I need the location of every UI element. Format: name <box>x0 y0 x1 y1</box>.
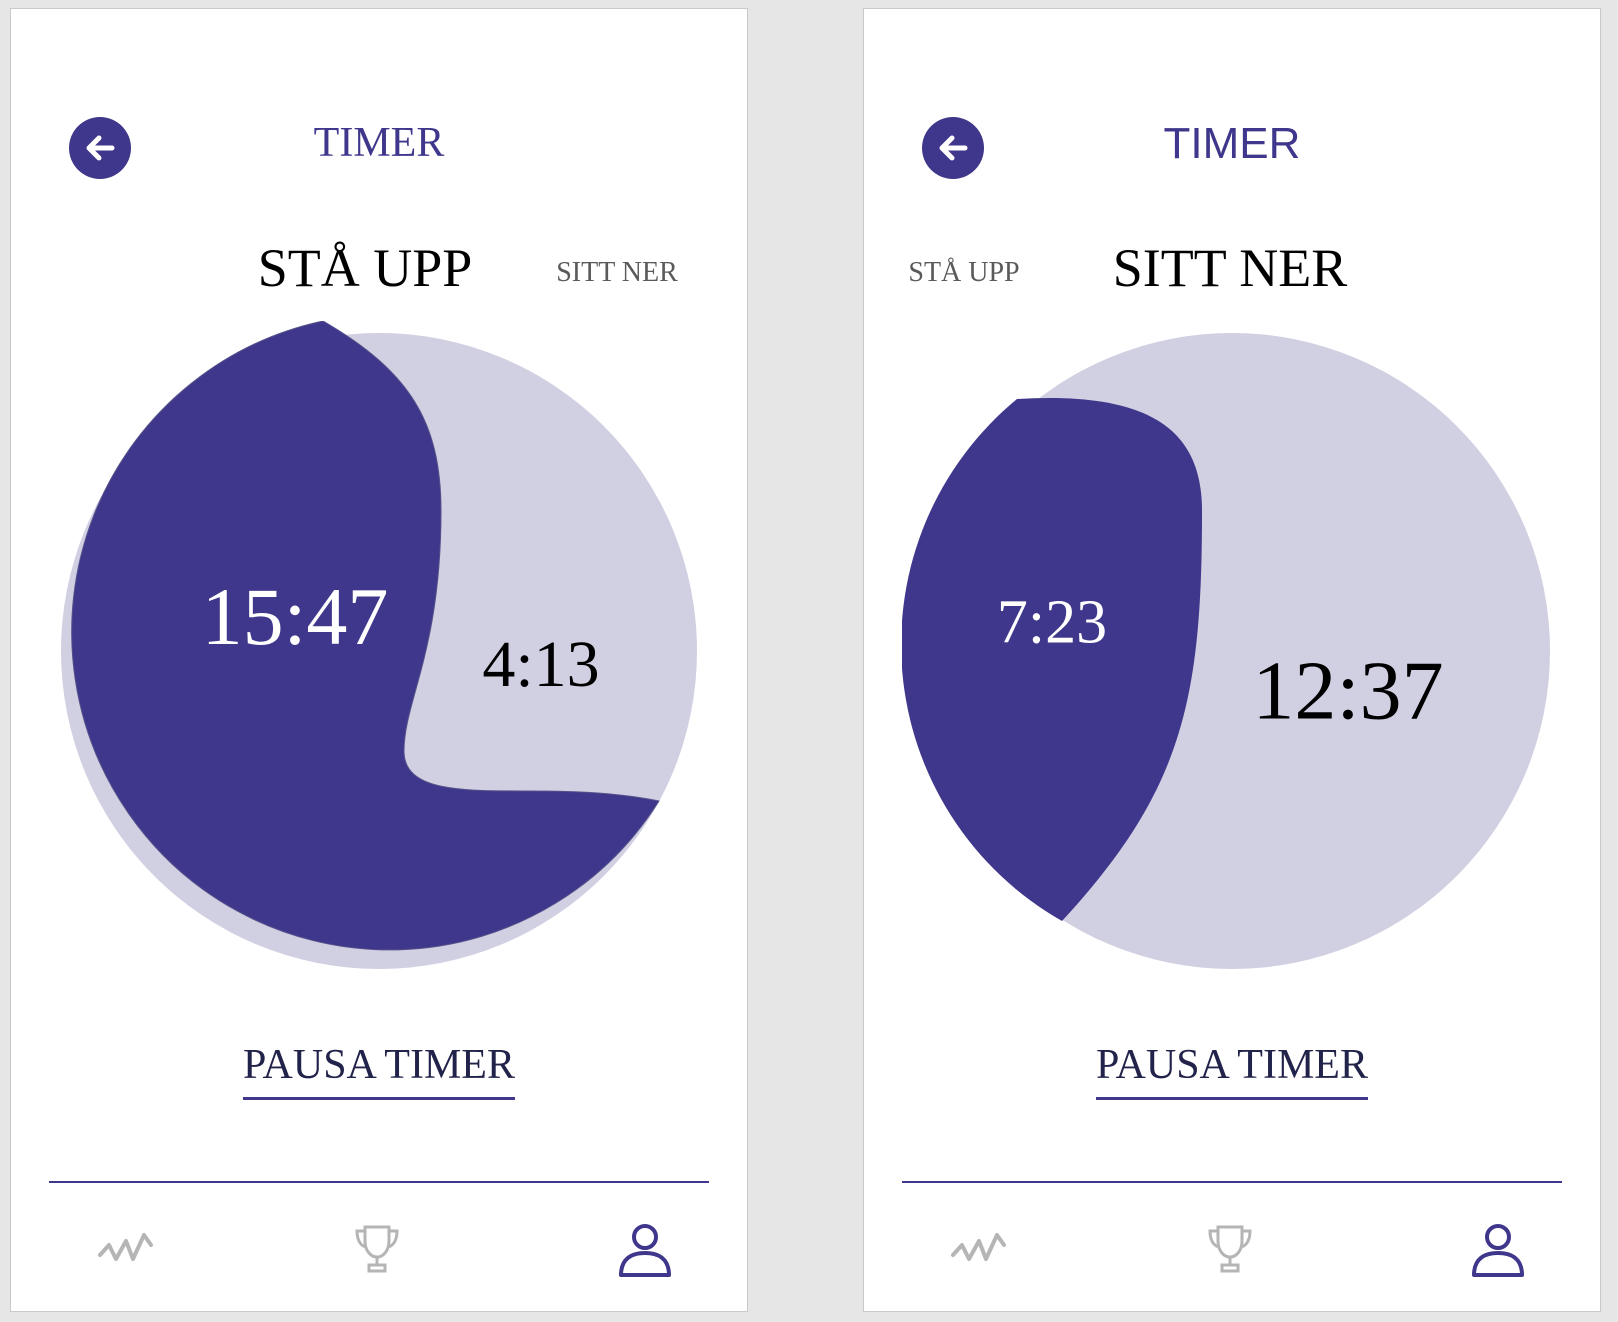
tab-sit-down[interactable]: SITT NER <box>556 257 678 289</box>
tab-bar-divider <box>49 1181 709 1183</box>
remaining-time: 4:13 <box>482 628 600 701</box>
profile-icon[interactable] <box>615 1219 675 1279</box>
tab-sit-down[interactable]: SITT NER <box>1113 237 1348 299</box>
elapsed-time: 7:23 <box>996 588 1108 657</box>
activity-icon[interactable] <box>97 1219 157 1279</box>
pause-timer-label: PAUSA TIMER <box>1096 1041 1368 1100</box>
remaining-time: 12:37 <box>1252 644 1444 738</box>
trophy-icon[interactable] <box>347 1219 407 1279</box>
timer-screen-stand: TIMER STÅ UPP SITT NER 15:47 4:13 PAUSA … <box>10 8 748 1312</box>
profile-icon[interactable] <box>1468 1219 1528 1279</box>
elapsed-time: 15:47 <box>201 571 389 662</box>
trophy-icon[interactable] <box>1200 1219 1260 1279</box>
timer-dial: 7:23 12:37 <box>902 321 1562 981</box>
tab-stand-up[interactable]: STÅ UPP <box>258 237 473 299</box>
timer-screen-sit: TIMER STÅ UPP SITT NER 7:23 12:37 PAUSA … <box>863 8 1601 1312</box>
tab-bar-divider <box>902 1181 1562 1183</box>
timer-dial: 15:47 4:13 <box>49 321 709 981</box>
screen-title: TIMER <box>313 120 445 166</box>
pause-timer-button[interactable]: PAUSA TIMER <box>11 1041 747 1100</box>
tab-stand-up[interactable]: STÅ UPP <box>908 257 1019 289</box>
activity-icon[interactable] <box>950 1219 1010 1279</box>
pause-timer-button[interactable]: PAUSA TIMER <box>864 1041 1600 1100</box>
pause-timer-label: PAUSA TIMER <box>243 1041 515 1100</box>
screen-title: TIMER <box>1163 119 1301 168</box>
